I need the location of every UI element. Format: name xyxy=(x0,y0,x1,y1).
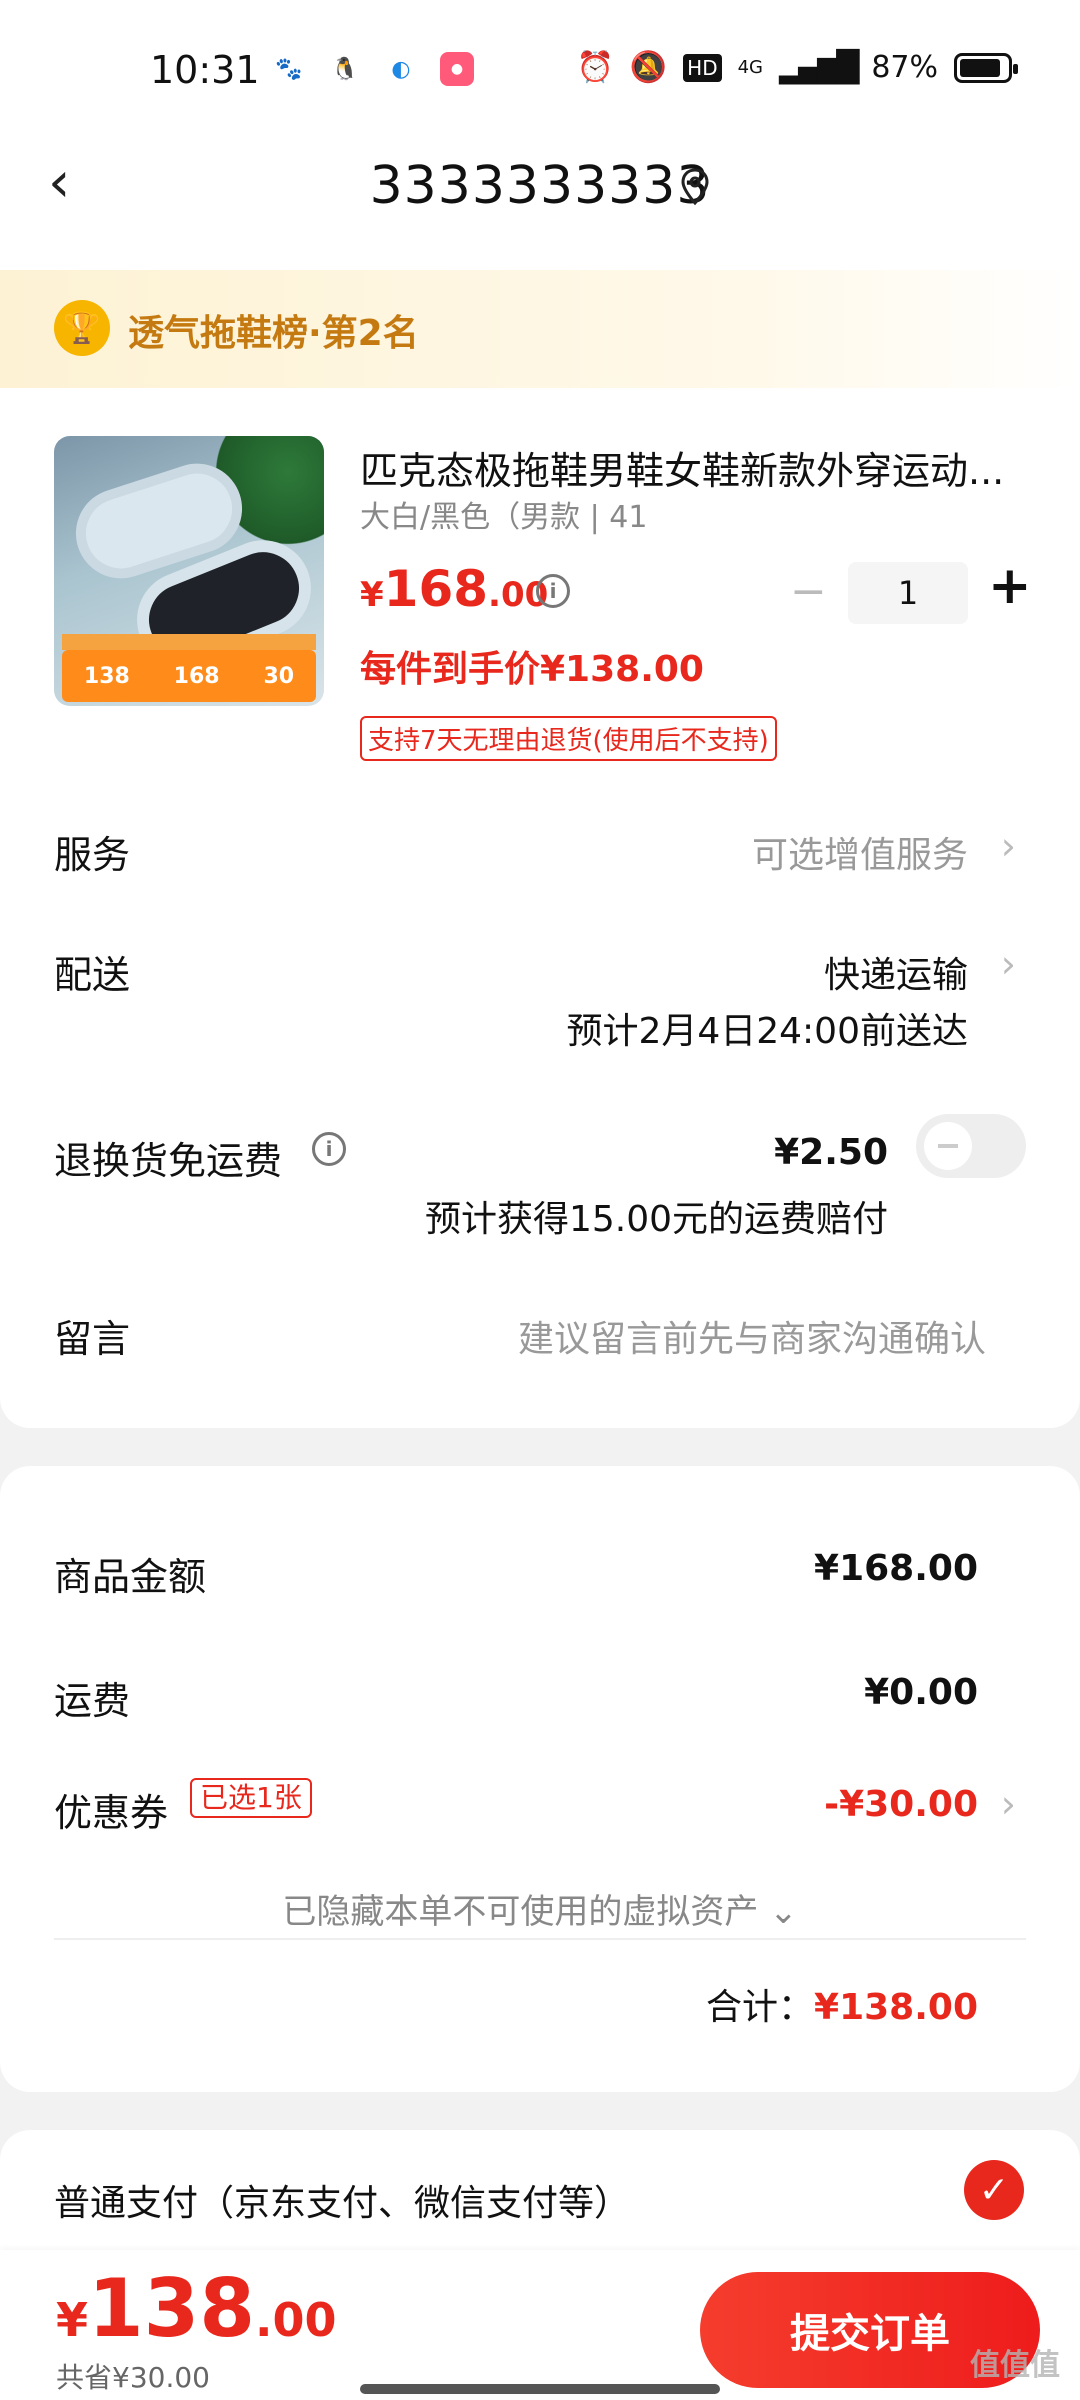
status-bar: 10:31 🐾 🐧 ◐ ● ⏰ 🔕 HD 4G ▂▄▆█ 87% xyxy=(0,0,1080,140)
toggle-knob xyxy=(924,1122,972,1170)
qq-icon: 🐧 xyxy=(331,56,359,82)
hidden-assets-toggle[interactable]: 已隐藏本单不可使用的虚拟资产 ⌄ xyxy=(0,1884,1080,1933)
quantity-minus-button[interactable]: − xyxy=(790,566,827,617)
coupon-value[interactable]: -¥30.00 xyxy=(824,1784,978,1825)
bottom-price-integer: 138 xyxy=(88,2262,256,2355)
product-price: ¥168.00 xyxy=(360,560,548,618)
service-value[interactable]: 可选增值服务 xyxy=(752,826,968,878)
bottom-checkout-bar: ¥138.00 共省¥30.00 提交订单 xyxy=(0,2250,1080,2400)
goods-amount-label: 商品金额 xyxy=(54,1555,207,1599)
address-title[interactable]: 3333333333 xyxy=(0,156,1080,216)
return-policy-badge: 支持7天无理由退货(使用后不支持) xyxy=(360,716,777,761)
baidu-icon: 🐾 xyxy=(275,56,303,82)
signal-icon: ▂▄▆█ xyxy=(779,50,859,85)
browser-icon: ◐ xyxy=(391,56,411,82)
trophy-icon: 🏆 xyxy=(54,300,110,356)
delivery-label: 配送 xyxy=(54,953,131,997)
bottom-price-decimal: .00 xyxy=(255,2293,337,2347)
bottom-total-price: ¥138.00 xyxy=(56,2262,337,2355)
total-row: 合计：¥138.00 xyxy=(706,1978,978,2030)
thumb-price-c: 30 xyxy=(263,663,295,689)
bottom-price-currency: ¥ xyxy=(56,2293,89,2347)
top-nav: ‹ 3333333333 xyxy=(0,140,1080,270)
return-fee-info-icon[interactable]: i xyxy=(312,1132,346,1166)
coupon-chevron-icon[interactable]: › xyxy=(1001,1782,1016,1826)
battery-percent: 87% xyxy=(871,50,938,85)
check-icon[interactable]: ✓ xyxy=(964,2160,1024,2220)
alarm-icon: ⏰ xyxy=(576,50,614,85)
coupon-selected-badge[interactable]: 已选1张 xyxy=(190,1778,312,1818)
price-currency: ¥ xyxy=(360,575,384,615)
quantity-input[interactable]: 1 xyxy=(848,562,968,624)
delivery-chevron-icon[interactable]: › xyxy=(1001,942,1016,986)
location-pin-icon[interactable] xyxy=(680,168,710,206)
thumb-price-a: 138 xyxy=(83,663,130,689)
return-fee-value: ¥2.50 xyxy=(774,1132,888,1173)
rank-text: 透气拖鞋榜·第2名 xyxy=(128,313,419,354)
price-summary-card: 商品金额 ¥168.00 运费 ¥0.00 优惠券 已选1张 -¥30.00 ›… xyxy=(0,1466,1080,2092)
delivery-eta: 预计2月4日24:00前送达 xyxy=(566,1011,968,1052)
shipping-label: 运费 xyxy=(54,1679,131,1723)
taobao-icon: ● xyxy=(440,52,474,86)
status-time: 10:31 xyxy=(150,48,260,92)
service-label: 服务 xyxy=(54,833,131,877)
home-indicator[interactable] xyxy=(360,2384,720,2394)
rank-banner[interactable]: 🏆 透气拖鞋榜·第2名 xyxy=(0,270,1080,388)
return-fee-toggle[interactable] xyxy=(916,1114,1026,1178)
delivery-value[interactable]: 快递运输 xyxy=(824,946,968,998)
final-unit-price: 每件到手价¥138.00 xyxy=(360,649,704,690)
divider xyxy=(54,1938,1026,1940)
shipping-value: ¥0.00 xyxy=(864,1672,978,1713)
thumb-price-b: 168 xyxy=(173,663,220,689)
total-label: 合计： xyxy=(706,1987,815,2028)
thumb-promo-strip xyxy=(62,634,316,650)
price-integer: 168 xyxy=(383,560,489,618)
status-right: ⏰ 🔕 HD 4G ▂▄▆█ 87% xyxy=(576,50,1018,85)
note-label: 留言 xyxy=(54,1317,131,1361)
goods-amount-value: ¥168.00 xyxy=(814,1548,978,1589)
coupon-label: 优惠券 xyxy=(54,1791,169,1835)
payment-method-label: 普通支付（京东支付、微信支付等） xyxy=(54,2183,631,2224)
price-info-icon[interactable]: i xyxy=(536,574,570,608)
order-item-card: 138 168 30 匹克态极拖鞋男鞋女鞋新款外穿运动... 大白/黑色（男款 … xyxy=(0,388,1080,1428)
product-title[interactable]: 匹克态极拖鞋男鞋女鞋新款外穿运动... xyxy=(360,440,1020,495)
product-thumbnail[interactable]: 138 168 30 xyxy=(54,436,324,706)
watermark-logo: 值值值 xyxy=(970,2348,1060,2383)
total-saved: 共省¥30.00 xyxy=(56,2361,210,2394)
note-input[interactable]: 建议留言前先与商家沟通确认 xyxy=(518,1310,986,1362)
quantity-plus-button[interactable]: + xyxy=(988,556,1032,616)
product-spec[interactable]: 大白/黑色（男款 | 41 xyxy=(360,492,647,536)
mute-icon: 🔕 xyxy=(629,50,668,85)
return-fee-label: 退换货免运费 xyxy=(54,1139,283,1183)
payment-method-card[interactable]: 普通支付（京东支付、微信支付等） ✓ xyxy=(0,2130,1080,2250)
network-label: 4G xyxy=(737,57,764,78)
battery-icon xyxy=(954,52,1018,83)
service-chevron-icon[interactable]: › xyxy=(1001,824,1016,868)
total-value: ¥138.00 xyxy=(814,1987,978,2028)
hd-icon: HD xyxy=(683,53,722,82)
thumb-price-bar: 138 168 30 xyxy=(62,650,316,702)
return-fee-note: 预计获得15.00元的运费赔付 xyxy=(424,1199,888,1240)
status-app-icons: 🐾 🐧 ◐ ● xyxy=(272,52,474,86)
